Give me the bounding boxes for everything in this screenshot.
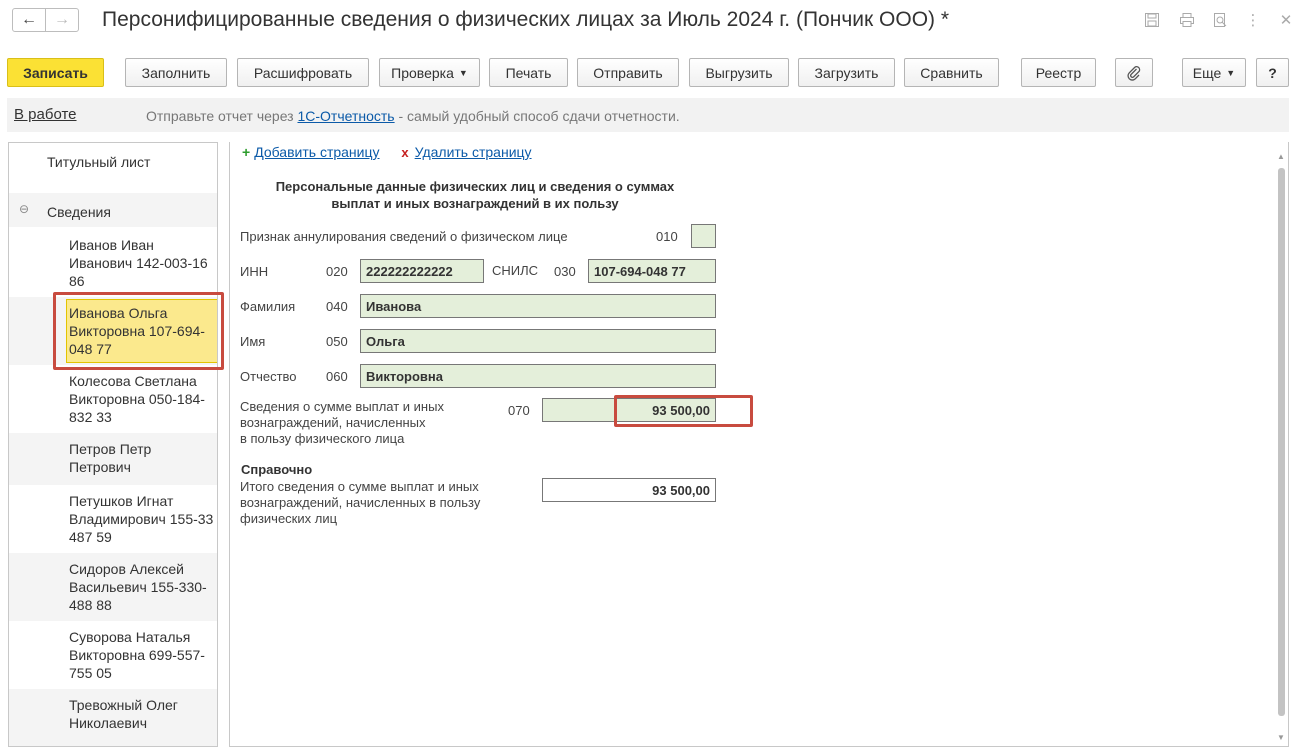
tree-item-person[interactable]: Тревожный Олег Николаевич bbox=[9, 689, 217, 746]
back-arrow-icon: ← bbox=[21, 11, 37, 28]
save-icon[interactable] bbox=[1142, 10, 1162, 30]
payments-label: Сведения о сумме выплат и иных вознаграж… bbox=[240, 399, 444, 446]
line-code-050: 050 bbox=[326, 334, 348, 349]
check-button[interactable]: Проверка ▼ bbox=[379, 58, 480, 87]
annulment-checkbox[interactable] bbox=[691, 224, 716, 248]
name-field[interactable]: Ольга bbox=[360, 329, 716, 353]
scroll-down-icon[interactable]: ▼ bbox=[1277, 733, 1285, 742]
registry-button[interactable]: Реестр bbox=[1021, 58, 1096, 87]
more-vert-icon[interactable]: ⋮ bbox=[1243, 10, 1263, 30]
line-code-060: 060 bbox=[326, 369, 348, 384]
print-button[interactable]: Печать bbox=[489, 58, 568, 87]
collapse-icon[interactable]: ⊖ bbox=[19, 200, 29, 218]
page-actions: + Добавить страницу x Удалить страницу bbox=[242, 144, 532, 160]
tree-item-person[interactable]: Петров Петр Петрович bbox=[9, 433, 217, 485]
fill-button[interactable]: Заполнить bbox=[125, 58, 227, 87]
forward-arrow-icon: → bbox=[54, 11, 70, 28]
tree-item-person[interactable]: Сидоров Алексей Васильевич 155-330-488 8… bbox=[9, 553, 217, 621]
annulment-label: Признак аннулирования сведений о физичес… bbox=[240, 229, 568, 244]
plus-icon: + bbox=[242, 144, 251, 160]
surname-label: Фамилия bbox=[240, 299, 296, 314]
write-button[interactable]: Записать bbox=[7, 58, 104, 87]
print-icon[interactable] bbox=[1177, 10, 1197, 30]
scroll-up-icon[interactable]: ▲ bbox=[1277, 152, 1285, 161]
tree-item-person[interactable]: Колесова Светлана Викторовна 050-184-832… bbox=[9, 365, 217, 433]
sections-tree: Титульный лист ⊖ Сведения Иванов Иван Ив… bbox=[8, 142, 218, 747]
tree-item-person[interactable]: Петушков Игнат Владимирович 155-33 487 5… bbox=[9, 485, 217, 553]
more-button[interactable]: Еще ▼ bbox=[1182, 58, 1246, 87]
reporting-service-link[interactable]: 1С-Отчетность bbox=[297, 108, 394, 124]
inn-label: ИНН bbox=[240, 264, 269, 279]
document-status-link[interactable]: В работе bbox=[14, 106, 77, 123]
line-code-040: 040 bbox=[326, 299, 348, 314]
decode-button[interactable]: Расшифровать bbox=[237, 58, 369, 87]
unload-button[interactable]: Выгрузить bbox=[689, 58, 789, 87]
scrollbar-thumb[interactable] bbox=[1278, 168, 1285, 716]
tree-item-person[interactable]: Суворова Наталья Викторовна 699-557-755 … bbox=[9, 621, 217, 689]
form-panel: + Добавить страницу x Удалить страницу Пер… bbox=[229, 142, 1289, 747]
window-title: Персонифицированные сведения о физически… bbox=[102, 8, 950, 31]
send-button[interactable]: Отправить bbox=[577, 58, 679, 87]
load-button[interactable]: Загрузить bbox=[798, 58, 895, 87]
title-bar: ← → Персонифицированные сведения о физич… bbox=[0, 0, 1307, 44]
paperclip-icon bbox=[1127, 65, 1141, 81]
snils-label: СНИЛС bbox=[492, 263, 539, 278]
attach-button[interactable] bbox=[1115, 58, 1153, 87]
delete-icon: x bbox=[401, 145, 409, 160]
patronymic-label: Отчество bbox=[240, 369, 297, 384]
highlight-frame-selected-person bbox=[53, 292, 224, 370]
chevron-down-icon: ▼ bbox=[458, 67, 468, 78]
add-page-link[interactable]: Добавить страницу bbox=[254, 144, 379, 160]
delete-page-link[interactable]: Удалить страницу bbox=[415, 144, 532, 160]
highlight-frame-amount bbox=[614, 395, 753, 427]
total-amount-field: 93 500,00 bbox=[542, 478, 716, 502]
tree-item-title-page[interactable]: Титульный лист bbox=[9, 143, 217, 193]
tree-item-section[interactable]: ⊖ Сведения bbox=[9, 193, 217, 227]
forward-button[interactable]: → bbox=[45, 8, 79, 32]
snils-field[interactable]: 107-694-048 77 bbox=[588, 259, 716, 283]
preview-icon[interactable] bbox=[1210, 10, 1230, 30]
tree-item-person[interactable]: Иванов Иван Иванович 142-003-16 86 bbox=[9, 227, 217, 297]
patronymic-field[interactable]: Викторовна bbox=[360, 364, 716, 388]
line-code-070: 070 bbox=[508, 403, 530, 418]
line-code-030: 030 bbox=[554, 264, 576, 279]
reference-title: Справочно bbox=[241, 462, 313, 477]
status-bar: В работе Отправьте отчет через 1С-Отчетн… bbox=[7, 98, 1289, 132]
line-code-020: 020 bbox=[326, 264, 348, 279]
surname-field[interactable]: Иванова bbox=[360, 294, 716, 318]
total-label: Итого сведения о сумме выплат и иных воз… bbox=[240, 479, 481, 526]
vertical-scrollbar[interactable]: ▲ ▼ bbox=[1276, 152, 1286, 742]
help-button[interactable]: ? bbox=[1256, 58, 1289, 87]
status-message: Отправьте отчет через 1С-Отчетность - са… bbox=[146, 108, 680, 124]
line-code-010: 010 bbox=[656, 229, 678, 244]
inn-field[interactable]: 222222222222 bbox=[360, 259, 484, 283]
command-bar: Записать Заполнить Расшифровать Проверка… bbox=[0, 56, 1307, 90]
chevron-down-icon: ▼ bbox=[1226, 67, 1236, 78]
name-label: Имя bbox=[240, 334, 266, 349]
close-icon[interactable]: ✕ bbox=[1276, 10, 1296, 30]
back-button[interactable]: ← bbox=[12, 8, 46, 32]
section-heading: Персональные данные физических лиц и све… bbox=[275, 179, 675, 211]
compare-button[interactable]: Сравнить bbox=[904, 58, 999, 87]
